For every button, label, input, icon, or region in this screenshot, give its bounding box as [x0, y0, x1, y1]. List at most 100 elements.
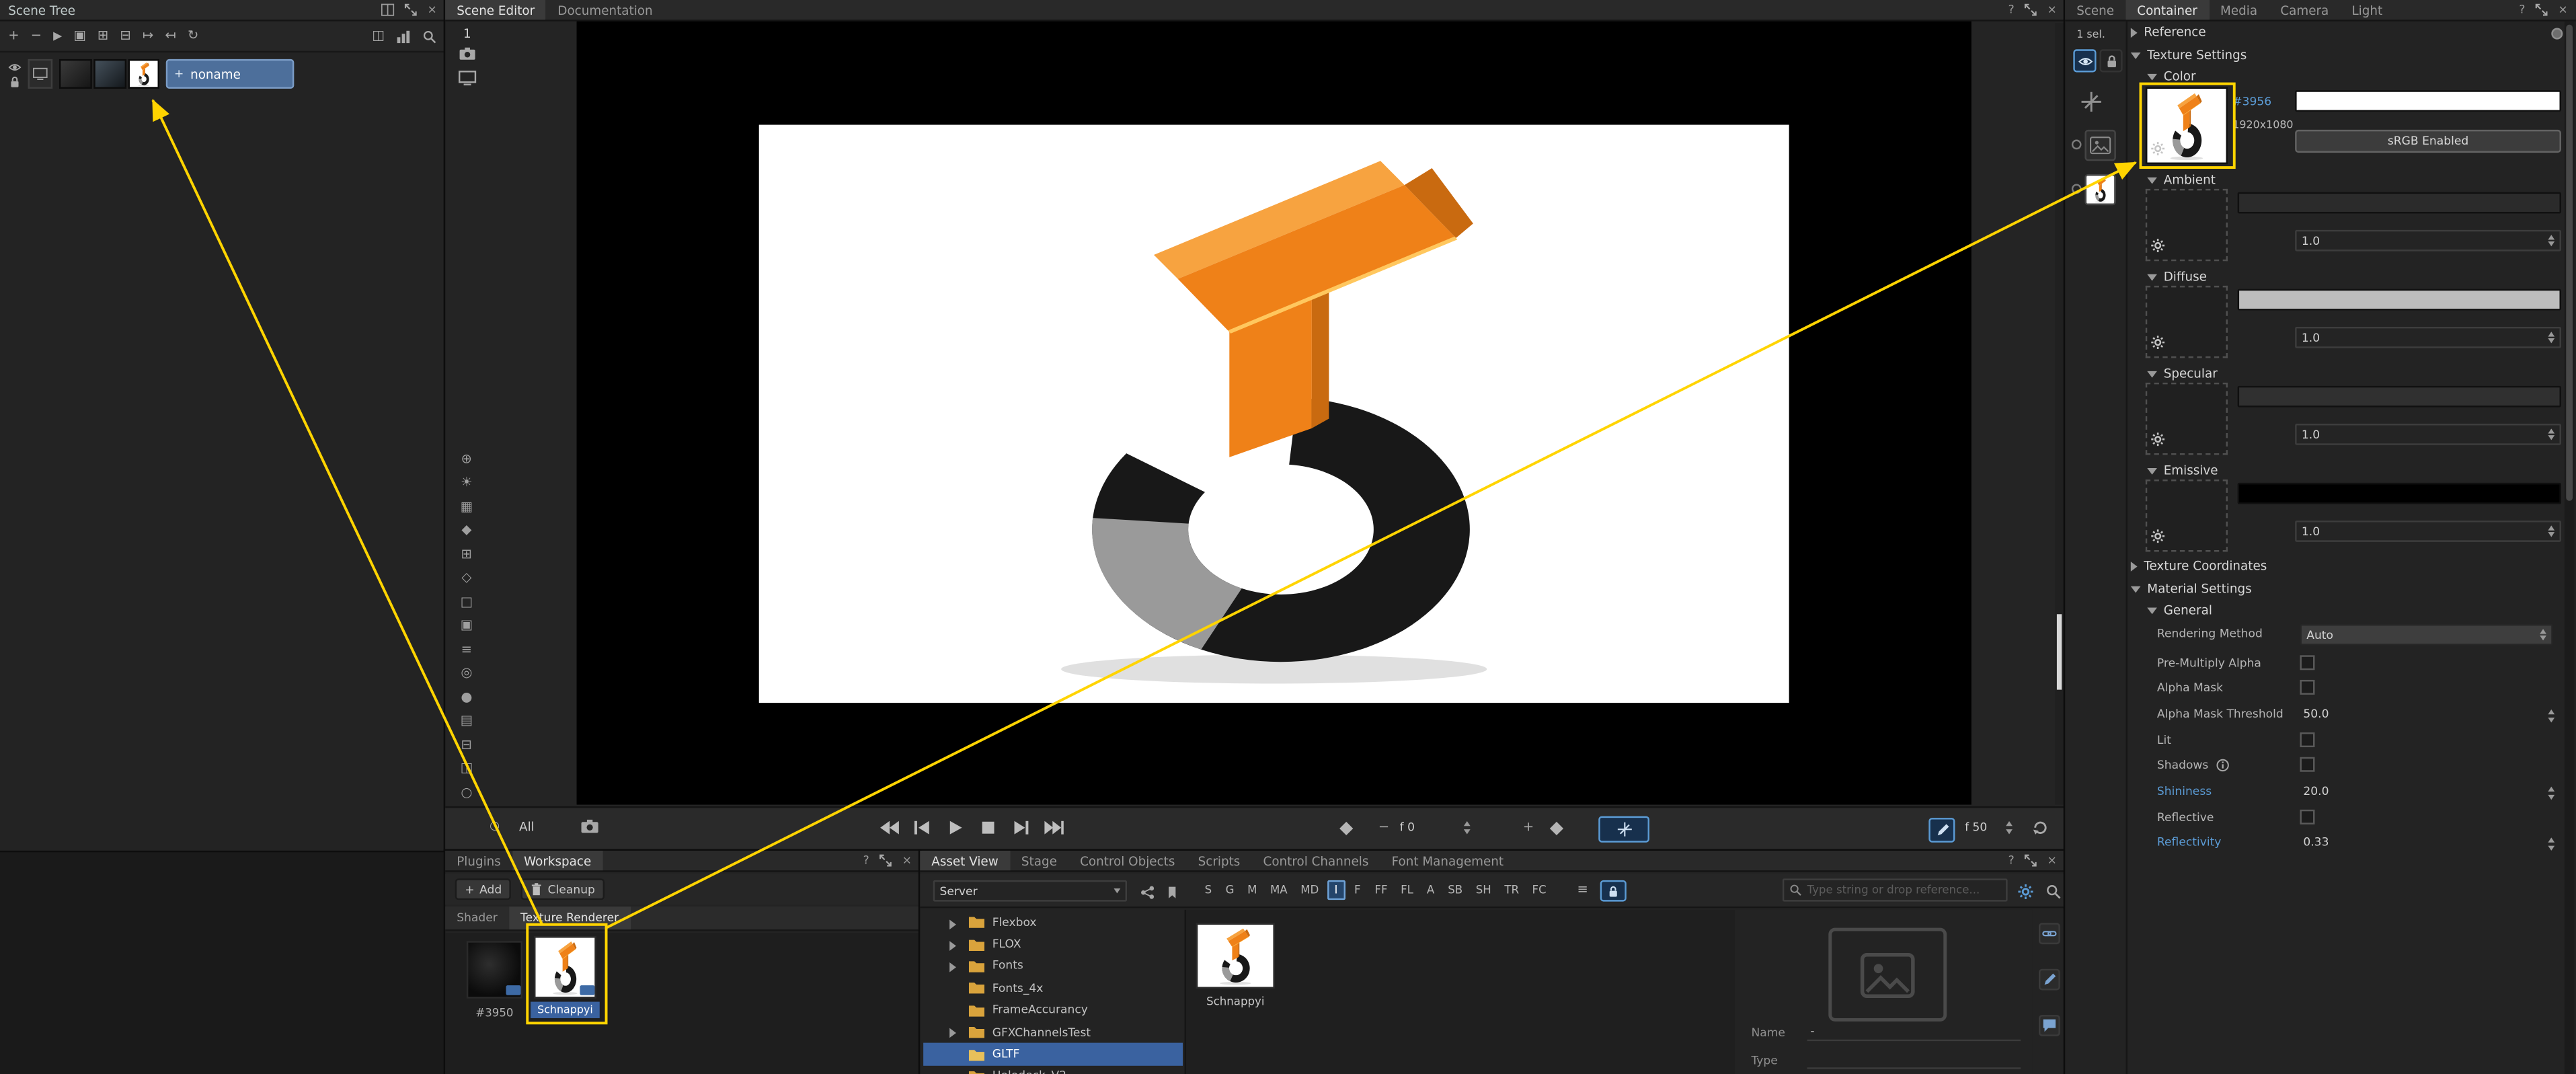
- srgb-enabled-button[interactable]: sRGB Enabled: [2295, 130, 2561, 153]
- loop-icon[interactable]: [2032, 820, 2048, 836]
- section-general[interactable]: General: [2147, 603, 2212, 617]
- frame-increment-icon[interactable]: +: [1523, 821, 1534, 835]
- snapshot-icon[interactable]: [580, 818, 599, 834]
- texture-id-label[interactable]: #3956: [2232, 95, 2271, 109]
- render-viewport[interactable]: [577, 22, 1972, 805]
- help-icon[interactable]: ?: [2519, 4, 2525, 15]
- tab-stage[interactable]: Stage: [1010, 851, 1068, 870]
- collapse-all-icon[interactable]: ⊟: [120, 30, 131, 43]
- spinner-icon[interactable]: [2548, 787, 2554, 799]
- go-to-start-button[interactable]: [908, 816, 935, 838]
- visibility-eye-button[interactable]: [2073, 49, 2096, 72]
- expand-arrow-icon[interactable]: [949, 919, 956, 929]
- lit-checkbox[interactable]: [2300, 732, 2314, 747]
- editor-tool-12-icon[interactable]: ▤: [457, 714, 476, 728]
- filter-a[interactable]: A: [1421, 880, 1440, 900]
- editor-tool-15-icon[interactable]: ○: [457, 787, 476, 800]
- lock-icon[interactable]: [8, 75, 22, 89]
- emissive-value-field[interactable]: 1.0: [2295, 521, 2561, 542]
- info-icon[interactable]: [2216, 759, 2230, 772]
- add-keyframe-icon[interactable]: [1339, 821, 1354, 836]
- dock-icon[interactable]: [381, 3, 395, 17]
- maximize-icon[interactable]: [2535, 3, 2548, 17]
- tab-media[interactable]: Media: [2209, 0, 2269, 20]
- filter-sb[interactable]: SB: [1443, 880, 1468, 900]
- texture-slot-thumbnail[interactable]: [2084, 174, 2115, 205]
- play-button[interactable]: [941, 816, 968, 838]
- outdent-icon[interactable]: ↤: [165, 30, 175, 43]
- filter-fl[interactable]: FL: [1396, 880, 1418, 900]
- color-texture-thumbnail[interactable]: [2146, 87, 2228, 164]
- deep-search-icon[interactable]: [2045, 884, 2062, 900]
- color-swatch[interactable]: [2295, 90, 2561, 112]
- properties-scrollbar[interactable]: [2565, 22, 2575, 1074]
- cleanup-button[interactable]: Cleanup: [522, 878, 605, 900]
- remove-container-icon[interactable]: −: [31, 30, 42, 43]
- tab-camera[interactable]: Camera: [2269, 0, 2340, 20]
- specular-texture-slot[interactable]: [2146, 383, 2228, 455]
- editor-tool-10-icon[interactable]: ◎: [457, 666, 476, 680]
- filter-g[interactable]: G: [1220, 880, 1239, 900]
- maximize-icon[interactable]: [404, 3, 418, 17]
- alpha-mask-threshold-value[interactable]: 50.0: [2303, 707, 2329, 721]
- spinner-icon[interactable]: [2548, 428, 2554, 440]
- tab-control-objects[interactable]: Control Objects: [1068, 851, 1187, 870]
- filter-ff[interactable]: FF: [1370, 880, 1393, 900]
- animation-mode-button[interactable]: [1598, 816, 1649, 843]
- tab-control-channels[interactable]: Control Channels: [1251, 851, 1380, 870]
- spinner-icon[interactable]: [2548, 332, 2554, 344]
- emissive-color-swatch[interactable]: [2238, 483, 2561, 504]
- frame-decrement-icon[interactable]: −: [1378, 821, 1389, 835]
- expand-all-icon[interactable]: ⊞: [97, 30, 108, 43]
- monitor-icon[interactable]: [28, 59, 53, 89]
- filter-ma[interactable]: MA: [1265, 880, 1292, 900]
- tab-documentation[interactable]: Documentation: [546, 0, 664, 20]
- expand-arrow-icon[interactable]: [949, 1029, 956, 1039]
- profiler-icon[interactable]: [396, 29, 411, 44]
- server-dropdown[interactable]: Server: [933, 880, 1127, 902]
- diffuse-value-field[interactable]: 1.0: [2295, 327, 2561, 348]
- editor-tool-7-icon[interactable]: □: [457, 596, 476, 609]
- pre-multiply-alpha-checkbox[interactable]: [2300, 655, 2314, 670]
- tab-scripts[interactable]: Scripts: [1187, 851, 1252, 870]
- preview-monitor-icon[interactable]: [459, 71, 477, 85]
- tab-light[interactable]: Light: [2340, 0, 2394, 20]
- add-button[interactable]: + Add: [455, 878, 512, 900]
- texture-gear-icon[interactable]: [2150, 529, 2165, 547]
- play-icon[interactable]: ▶: [53, 30, 62, 42]
- help-icon[interactable]: ?: [2008, 4, 2015, 15]
- texture-gear-icon[interactable]: [2150, 141, 2165, 159]
- comment-tool-icon[interactable]: [2039, 1015, 2060, 1036]
- expand-toggle-icon[interactable]: +: [174, 67, 184, 81]
- folder-gfxchannelstest[interactable]: GFXChannelsTest: [923, 1022, 1183, 1044]
- diffuse-texture-slot[interactable]: [2146, 286, 2228, 358]
- search-icon[interactable]: [422, 29, 437, 44]
- folder-flox[interactable]: FLOX: [923, 933, 1183, 956]
- add-container-icon[interactable]: +: [8, 30, 19, 43]
- section-texture-settings[interactable]: Texture Settings: [2131, 48, 2247, 63]
- spinner-icon[interactable]: [2540, 629, 2546, 641]
- texture-gear-icon[interactable]: [2150, 238, 2165, 256]
- section-ambient[interactable]: Ambient: [2147, 172, 2216, 187]
- ambient-color-swatch[interactable]: [2238, 192, 2561, 214]
- geometry-slot-thumbnail[interactable]: [2084, 130, 2115, 161]
- viewport-scrollbar[interactable]: [2055, 23, 2063, 804]
- lock-button[interactable]: [2099, 49, 2122, 72]
- tab-asset-view[interactable]: Asset View: [920, 851, 1010, 870]
- edit-tool-icon[interactable]: [2039, 969, 2060, 991]
- close-icon[interactable]: ×: [902, 855, 912, 866]
- snapshot-camera-icon[interactable]: [459, 46, 477, 61]
- editor-tool-9-icon[interactable]: ≡: [457, 644, 476, 657]
- next-keyframe-icon[interactable]: [1549, 821, 1564, 836]
- properties-scrollbar-thumb[interactable]: [2566, 25, 2573, 501]
- step-forward-button[interactable]: [1007, 816, 1033, 838]
- spinner-icon[interactable]: [2548, 837, 2554, 849]
- filter-sh[interactable]: SH: [1471, 880, 1496, 900]
- close-icon[interactable]: ×: [2047, 4, 2057, 15]
- texture-item-label-selected[interactable]: Schnappyi: [531, 1002, 600, 1018]
- go-to-end-button[interactable]: [1040, 816, 1066, 838]
- close-icon[interactable]: ×: [428, 4, 437, 15]
- close-icon[interactable]: ×: [2047, 855, 2057, 866]
- expand-arrow-icon[interactable]: [949, 963, 956, 973]
- editor-tool-6-icon[interactable]: ◇: [457, 572, 476, 585]
